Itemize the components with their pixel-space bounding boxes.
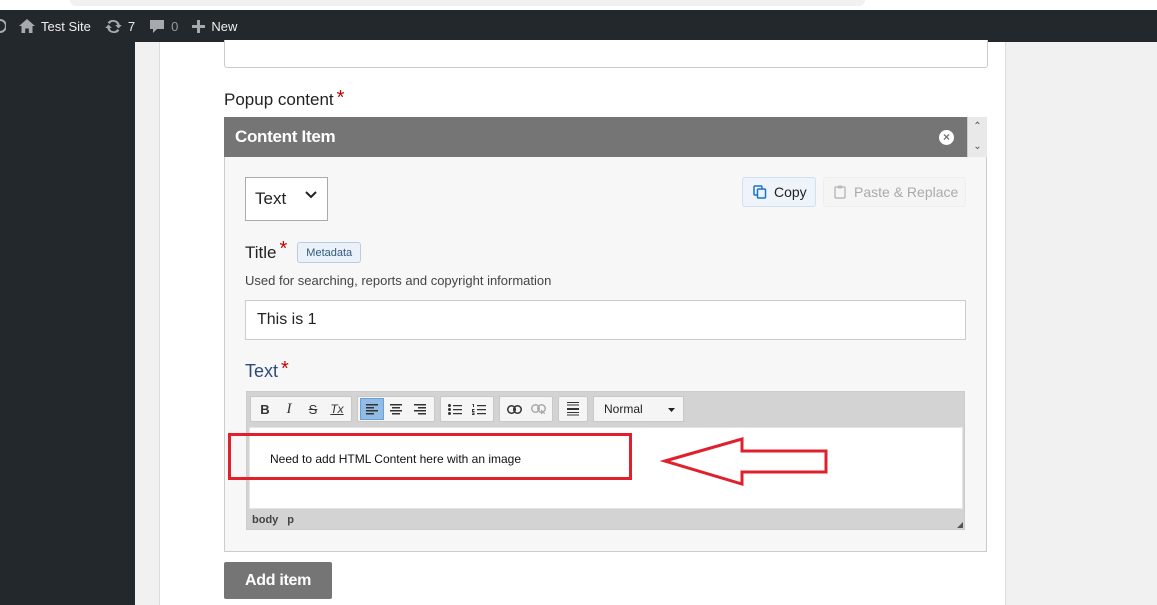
numbered-list-button[interactable] [467,398,491,420]
text-label-text: Text [245,361,279,381]
basic-styles-group: B I S Tx [250,396,352,422]
title-label-text: Title [245,242,277,262]
close-icon[interactable]: × [939,130,954,145]
align-right-icon [414,403,426,414]
paste-replace-label: Paste & Replace [854,184,959,200]
align-center-icon [390,403,402,414]
chevron-down-icon [305,191,317,199]
editor-toolbar: B I S Tx Normal [247,392,966,426]
browser-top-strip [0,0,1157,10]
block-group [558,396,588,422]
new-label: New [211,18,238,34]
resize-handle-icon[interactable] [957,522,963,528]
align-left-button[interactable] [360,398,384,420]
content-type-value: Text [255,189,287,208]
content-item-body: Text Copy Paste & Replace Title * Metadat… [224,157,987,552]
link-icon [506,404,522,414]
admin-side-menu [0,42,135,605]
comments-count: 0 [171,18,179,34]
comment-bubble-icon [150,19,165,33]
popup-content-text: Popup content [224,90,334,109]
path-item-p[interactable]: p [287,514,294,526]
content-item-header: Content Item × ⌃ ⌄ [224,117,987,157]
unlink-button[interactable] [526,398,550,420]
bulleted-list-button[interactable] [443,398,467,420]
editor-panel: Popup content * Content Item × ⌃ ⌄ Text C… [159,40,1006,605]
main-content: Popup content * Content Item × ⌃ ⌄ Text C… [135,40,1157,605]
annotation-arrow-icon [660,437,828,487]
format-value: Normal [604,402,643,416]
copy-icon [753,185,767,199]
previous-field-input[interactable] [224,40,988,68]
site-name-label: Test Site [41,18,91,34]
updates-link[interactable]: 7 [98,10,142,42]
required-mark: * [281,358,289,380]
annotation-highlight-box [228,433,632,480]
popup-content-label: Popup content * [224,87,345,113]
list-group [440,396,494,422]
updates-count: 7 [127,18,136,34]
title-help-text: Used for searching, reports and copyrigh… [245,273,552,288]
add-item-button[interactable]: Add item [224,562,332,599]
metadata-badge: Metadata [297,242,362,263]
admin-bar: Test Site 7 0 New [0,10,1157,42]
wp-logo-partial[interactable] [0,10,12,42]
align-right-button[interactable] [408,398,432,420]
required-mark: * [279,238,288,260]
text-field-label: Text * [245,358,289,384]
remove-format-button[interactable]: Tx [325,398,349,420]
numbered-list-icon [472,403,486,415]
required-mark: * [336,87,345,109]
move-up-icon[interactable]: ⌃ [968,117,987,137]
content-item-title: Content Item [235,127,336,146]
align-left-icon [366,403,378,414]
bulleted-list-icon [448,403,462,415]
paste-icon [834,185,846,199]
unlink-icon [530,404,546,414]
format-select[interactable]: Normal [593,396,684,422]
content-type-select[interactable]: Text [245,177,328,221]
address-bar-edge [70,0,865,6]
bold-button[interactable]: B [253,398,277,420]
editor-path-bar: body p [247,510,966,530]
link-group [499,396,553,422]
horizontal-rule-icon [567,402,579,416]
site-name-link[interactable]: Test Site [12,10,98,42]
horizontal-rule-button[interactable] [561,398,585,420]
path-item-body[interactable]: body [252,514,278,526]
align-center-button[interactable] [384,398,408,420]
order-controls: ⌃ ⌄ [967,117,987,157]
comments-link[interactable]: 0 [142,10,185,42]
copy-button[interactable]: Copy [742,177,816,207]
caret-down-icon [668,408,675,412]
strikethrough-button[interactable]: S [301,398,325,420]
alignment-group [357,396,435,422]
italic-button[interactable]: I [277,398,301,420]
plus-icon [192,19,206,33]
title-field-label: Title * Metadata [245,238,362,264]
new-content-link[interactable]: New [185,10,244,42]
wp-logo-icon [0,19,6,33]
home-icon [19,19,35,33]
paste-replace-button[interactable]: Paste & Replace [823,177,966,207]
link-button[interactable] [502,398,526,420]
copy-label: Copy [774,184,807,200]
updates-icon [105,19,122,33]
move-down-icon[interactable]: ⌄ [968,137,987,157]
title-input[interactable]: This is 1 [245,300,966,340]
